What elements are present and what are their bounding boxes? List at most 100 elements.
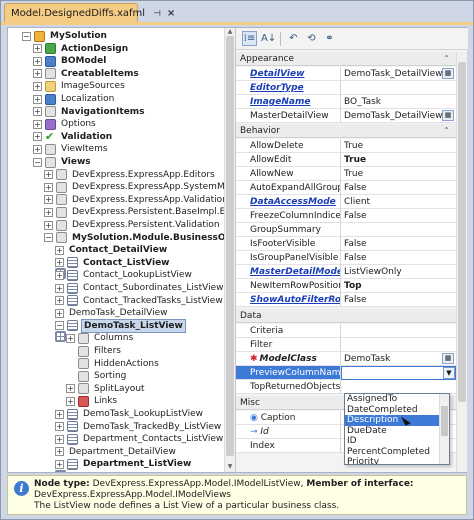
tree-node[interactable]: + DemoTask_TrackedBy_ListView <box>55 421 223 433</box>
property-row[interactable]: MasterDetailMode ListViewOnly <box>236 265 456 279</box>
tree-node[interactable]: + ✔ Validation <box>33 131 114 143</box>
expand-node-icon[interactable]: + <box>33 144 42 154</box>
expand-node-icon[interactable]: + <box>44 207 53 217</box>
property-grid-scroll-thumb[interactable] <box>458 62 466 402</box>
ellipsis-icon[interactable]: ▦ <box>442 353 454 364</box>
tree-node[interactable]: + Columns <box>66 332 135 344</box>
property-row[interactable]: AllowNew True <box>236 167 456 181</box>
property-value[interactable] <box>341 81 456 95</box>
ellipsis-icon[interactable]: ▦ <box>442 68 454 79</box>
dropdown-scrollbar[interactable] <box>439 394 449 464</box>
tree-node[interactable]: + Contact_Subordinates_ListView <box>55 282 225 294</box>
expand-node-icon[interactable]: + <box>55 422 64 432</box>
collapse-node-icon[interactable]: − <box>22 31 31 41</box>
property-value[interactable]: BO_Task <box>341 95 456 109</box>
reset-icon[interactable]: ⟲ <box>304 31 319 46</box>
tree-node[interactable]: − MySolution <box>22 30 109 42</box>
expand-node-icon[interactable]: + <box>33 132 42 142</box>
tree-node[interactable]: + DemoTask_DetailView <box>55 307 170 343</box>
tree-node[interactable]: Sorting <box>66 370 128 382</box>
property-row[interactable]: NewItemRowPosition Top <box>236 279 456 293</box>
expand-node-icon[interactable]: + <box>55 409 64 419</box>
expand-node-icon[interactable]: + <box>55 258 64 268</box>
property-value[interactable]: False <box>341 237 456 251</box>
model-tree[interactable]: − MySolution + ActionDesign + BOModel + Creatab… <box>14 28 226 472</box>
tree-node[interactable]: + DevExpress.Persistent.Validation <box>44 219 222 231</box>
document-tab[interactable]: Model.DesignedDiffs.xafml ⊣ × <box>4 3 175 23</box>
property-value[interactable]: Top <box>341 279 456 293</box>
tree-node[interactable]: HiddenActions <box>66 358 161 370</box>
tree-node[interactable]: − Views <box>33 156 93 168</box>
tree-node[interactable]: + Contact_LookupListView <box>55 269 194 281</box>
expand-node-icon[interactable]: + <box>55 459 64 469</box>
tree-node[interactable]: + CreatableItems <box>33 68 141 80</box>
dropdown-option[interactable]: Priority <box>345 457 449 464</box>
property-row[interactable]: AllowEdit True <box>236 153 456 167</box>
close-icon[interactable]: × <box>167 8 175 19</box>
expand-node-icon[interactable]: + <box>33 107 42 117</box>
property-row[interactable]: IsFooterVisible False <box>236 237 456 251</box>
property-value[interactable]: DemoTask_DetailView ▦ <box>341 67 456 81</box>
alphabetical-icon[interactable]: A↓ <box>260 31 276 46</box>
tree-node[interactable]: + Department_DetailView <box>55 446 178 472</box>
dropdown-option[interactable]: DateCompleted <box>345 405 449 416</box>
collapse-icon[interactable]: ⌃ <box>443 124 450 138</box>
property-value[interactable]: DemoTask ▦ <box>341 352 456 366</box>
tree-node[interactable]: + Contact_TrackedTasks_ListView <box>55 295 225 307</box>
property-row[interactable]: TopReturnedObjects <box>236 380 456 394</box>
collapse-node-icon[interactable]: − <box>33 157 42 167</box>
category-appearance[interactable]: Appearance ⌃ <box>236 52 456 66</box>
property-row[interactable]: DetailView DemoTask_DetailView ▦ <box>236 67 456 81</box>
tree-node[interactable]: + DemoTask_LookupListView <box>55 408 205 420</box>
property-row[interactable]: MasterDetailView DemoTask_DetailView ▦ <box>236 109 456 123</box>
tree-node[interactable]: + Options <box>33 118 98 130</box>
pin-icon[interactable]: ⊣ <box>153 9 161 19</box>
property-value[interactable]: DemoTask_DetailView ▦ <box>341 109 456 123</box>
tree-node[interactable]: + Department_ListView <box>55 458 193 470</box>
property-value[interactable] <box>341 324 456 338</box>
expand-node-icon[interactable]: + <box>44 195 53 205</box>
tree-node[interactable]: + NavigationItems <box>33 106 147 118</box>
expand-node-icon[interactable]: + <box>33 56 42 66</box>
property-row[interactable]: ✱ ModelClass DemoTask ▦ <box>236 352 456 366</box>
tree-node[interactable]: − MySolution.Module.BusinessObjects <box>44 232 226 244</box>
dropdown-arrow-icon[interactable]: ▼ <box>443 367 455 379</box>
property-value[interactable]: True <box>341 139 456 153</box>
tree-node[interactable]: + DevExpress.ExpressApp.Editors <box>44 169 217 181</box>
property-row[interactable]: ShowAutoFilterRow False <box>236 293 456 307</box>
scroll-up-icon[interactable]: ▲ <box>226 28 234 36</box>
expand-node-icon[interactable]: + <box>55 308 64 318</box>
expand-node-icon[interactable]: + <box>33 44 42 54</box>
dropdown-scroll-thumb[interactable] <box>441 406 448 436</box>
category-behavior[interactable]: Behavior ⌃ <box>236 124 456 138</box>
expand-node-icon[interactable]: + <box>55 296 64 306</box>
tree-scrollbar[interactable]: ▲ ▼ <box>224 28 235 472</box>
tree-node[interactable]: + ActionDesign <box>33 43 130 55</box>
tree-node[interactable]: + Department_Contacts_ListView <box>55 433 225 445</box>
property-row[interactable]: AllowDelete True <box>236 139 456 153</box>
property-row[interactable]: Criteria <box>236 324 456 338</box>
scroll-down-icon[interactable]: ▼ <box>226 463 234 471</box>
property-row[interactable]: IsGroupPanelVisible False <box>236 251 456 265</box>
property-row[interactable]: ImageName BO_Task <box>236 95 456 109</box>
property-row[interactable]: AutoExpandAllGroups False <box>236 181 456 195</box>
property-value[interactable]: Client <box>341 195 456 209</box>
property-row-selected[interactable]: PreviewColumnName ▼ <box>236 366 456 380</box>
tree-scroll-thumb[interactable] <box>226 36 234 456</box>
tree-node-selected[interactable]: − DemoTask_ListView <box>55 318 186 333</box>
preview-column-dropdown[interactable]: AssignedTo DateCompleted Description DueDat… <box>344 393 450 465</box>
categorized-icon[interactable]: ⁞≡ <box>242 31 257 46</box>
expand-node-icon[interactable]: + <box>44 170 53 180</box>
tree-node[interactable]: + BOModel <box>33 55 108 67</box>
property-value[interactable]: True <box>341 153 456 167</box>
ellipsis-icon[interactable]: ▦ <box>442 110 454 121</box>
expand-node-icon[interactable]: + <box>33 119 42 129</box>
tree-node[interactable]: + DevExpress.ExpressApp.Validation.AllC… <box>44 194 226 206</box>
expand-node-icon[interactable]: + <box>66 396 75 406</box>
property-row[interactable]: Filter <box>236 338 456 352</box>
tree-node[interactable]: Filters <box>66 345 123 357</box>
dropdown-option[interactable]: DueDate <box>345 426 449 437</box>
property-value[interactable] <box>341 380 456 394</box>
undo-icon[interactable]: ↶ <box>286 31 301 46</box>
tree-node[interactable]: + Localization <box>33 93 116 105</box>
